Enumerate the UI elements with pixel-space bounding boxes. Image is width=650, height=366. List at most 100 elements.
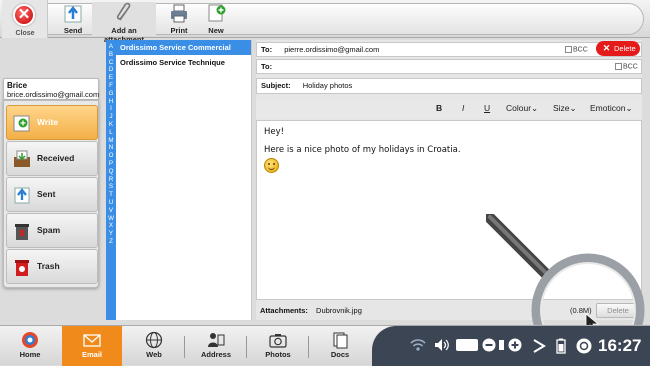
- alphabet-letter[interactable]: S: [106, 183, 116, 191]
- docs-icon: [333, 332, 348, 349]
- new-label: New: [208, 26, 224, 35]
- taskbar-label: Web: [146, 350, 162, 359]
- alphabet-letter[interactable]: H: [106, 98, 116, 106]
- taskbar-address[interactable]: Address: [186, 326, 246, 366]
- to-field[interactable]: To: pierre.ordissimo@gmail.com BCC: [256, 42, 642, 57]
- spam-icon: [15, 224, 29, 240]
- zoom-out-icon[interactable]: [482, 338, 496, 352]
- sent-icon: [14, 187, 30, 204]
- add-attachment-button[interactable]: Add an attachment: [92, 2, 156, 44]
- alphabet-letter[interactable]: I: [106, 105, 116, 113]
- attachment-filename[interactable]: Dubrovnik.jpg: [316, 306, 362, 315]
- send-button[interactable]: Send: [56, 2, 90, 36]
- alphabet-letter[interactable]: T: [106, 191, 116, 199]
- zoom-level-bar-icon: [499, 340, 504, 350]
- alphabet-letter[interactable]: V: [106, 207, 116, 215]
- folder-label: Trash: [37, 261, 60, 271]
- trash-icon: [15, 260, 29, 276]
- zoom-in-icon[interactable]: [508, 338, 522, 352]
- separator: [308, 336, 309, 358]
- paperclip-icon: [116, 2, 131, 21]
- message-body[interactable]: Hey! Here is a nice photo of my holidays…: [256, 120, 642, 300]
- alphabet-letter[interactable]: R: [106, 176, 116, 184]
- alphabet-letter[interactable]: K: [106, 121, 116, 129]
- wifi-icon[interactable]: [410, 338, 426, 352]
- folder-write[interactable]: Write: [6, 105, 98, 140]
- close-icon: ✕: [13, 4, 35, 26]
- alphabet-letter[interactable]: N: [106, 144, 116, 152]
- alphabet-letter[interactable]: Z: [106, 238, 116, 246]
- account-card: Brice brice.ordissimo@gmail.com: [3, 78, 99, 100]
- attachments-row: Attachments: Dubrovnik.jpg (0.8M) Delete: [256, 302, 642, 320]
- alphabet-letter[interactable]: X: [106, 222, 116, 230]
- account-name: Brice: [7, 81, 28, 90]
- close-button[interactable]: ✕ Close: [2, 0, 48, 38]
- alphabet-letter[interactable]: Q: [106, 168, 116, 176]
- underline-button[interactable]: U: [484, 103, 490, 113]
- taskbar-label: Address: [200, 350, 231, 359]
- alphabet-letter[interactable]: C: [106, 59, 116, 67]
- italic-button[interactable]: I: [462, 103, 464, 113]
- inbox-icon: [14, 150, 30, 167]
- bcc-label: BCC: [623, 63, 638, 71]
- subject-value[interactable]: Holiday photos: [303, 81, 353, 90]
- delete-recipient-button[interactable]: ✕ Delete: [596, 41, 640, 56]
- brightness-bar-icon[interactable]: [456, 339, 478, 351]
- contact-item[interactable]: Ordissimo Service Commercial: [116, 40, 251, 55]
- contact-list: Ordissimo Service Commercial Ordissimo S…: [116, 40, 252, 320]
- emoticon-dropdown[interactable]: Emoticon⌄: [590, 103, 633, 114]
- alphabet-letter[interactable]: E: [106, 74, 116, 82]
- folder-label: Sent: [37, 189, 56, 199]
- separator: [246, 336, 247, 358]
- taskbar-home[interactable]: Home: [0, 326, 60, 366]
- bcc-toggle[interactable]: BCC: [615, 63, 638, 70]
- colour-dropdown[interactable]: Colour⌄: [506, 103, 538, 114]
- bcc-checkbox[interactable]: [615, 63, 622, 70]
- alphabet-letter[interactable]: L: [106, 129, 116, 137]
- alphabet-letter[interactable]: Y: [106, 230, 116, 238]
- taskbar-email[interactable]: Email: [62, 326, 122, 366]
- taskbar-web[interactable]: Web: [124, 326, 184, 366]
- to-label: To:: [261, 45, 273, 54]
- send-icon: [64, 5, 82, 23]
- alphabet-letter[interactable]: U: [106, 199, 116, 207]
- bcc-toggle[interactable]: BCC: [565, 46, 588, 53]
- print-button[interactable]: Print: [164, 2, 194, 36]
- chevron-down-icon: ⌄: [625, 103, 633, 113]
- new-button[interactable]: New: [202, 2, 230, 36]
- alphabet-letter[interactable]: O: [106, 152, 116, 160]
- alphabet-letter[interactable]: B: [106, 51, 116, 59]
- alphabet-letter[interactable]: J: [106, 113, 116, 121]
- contact-item[interactable]: Ordissimo Service Technique: [116, 55, 251, 70]
- folder-sent[interactable]: Sent: [6, 177, 98, 212]
- size-dropdown[interactable]: Size⌄: [553, 103, 577, 114]
- alphabet-letter[interactable]: M: [106, 137, 116, 145]
- compose-panel: To: pierre.ordissimo@gmail.com BCC ✕ Del…: [256, 40, 642, 320]
- alphabet-letter[interactable]: F: [106, 82, 116, 90]
- account-email: brice.ordissimo@gmail.com: [7, 90, 100, 99]
- bcc-checkbox[interactable]: [565, 46, 572, 53]
- separator: [184, 336, 185, 358]
- delete-attachment-button[interactable]: Delete: [596, 303, 640, 318]
- web-icon: [145, 331, 163, 349]
- taskbar-docs[interactable]: Docs: [310, 326, 370, 366]
- volume-icon[interactable]: [434, 338, 450, 352]
- folder-spam[interactable]: Spam: [6, 213, 98, 248]
- alphabet-letter[interactable]: G: [106, 90, 116, 98]
- to-field-2[interactable]: To: BCC: [256, 59, 642, 74]
- alphabet-letter[interactable]: A: [106, 43, 116, 51]
- refresh-icon[interactable]: [576, 338, 592, 354]
- to-value[interactable]: pierre.ordissimo@gmail.com: [284, 45, 379, 54]
- alphabet-letter[interactable]: W: [106, 215, 116, 223]
- subject-field[interactable]: Subject: Holiday photos: [256, 78, 642, 94]
- folder-label: Write: [37, 117, 59, 127]
- folder-received[interactable]: Received: [6, 141, 98, 176]
- bold-button[interactable]: B: [436, 103, 442, 113]
- taskbar-photos[interactable]: Photos: [248, 326, 308, 366]
- alphabet-letter[interactable]: P: [106, 160, 116, 168]
- battery-icon: [556, 338, 566, 354]
- camera-icon: [269, 334, 287, 348]
- folder-list: Write Received Sent Spam Trash: [3, 100, 99, 288]
- folder-trash[interactable]: Trash: [6, 249, 98, 284]
- alphabet-letter[interactable]: D: [106, 66, 116, 74]
